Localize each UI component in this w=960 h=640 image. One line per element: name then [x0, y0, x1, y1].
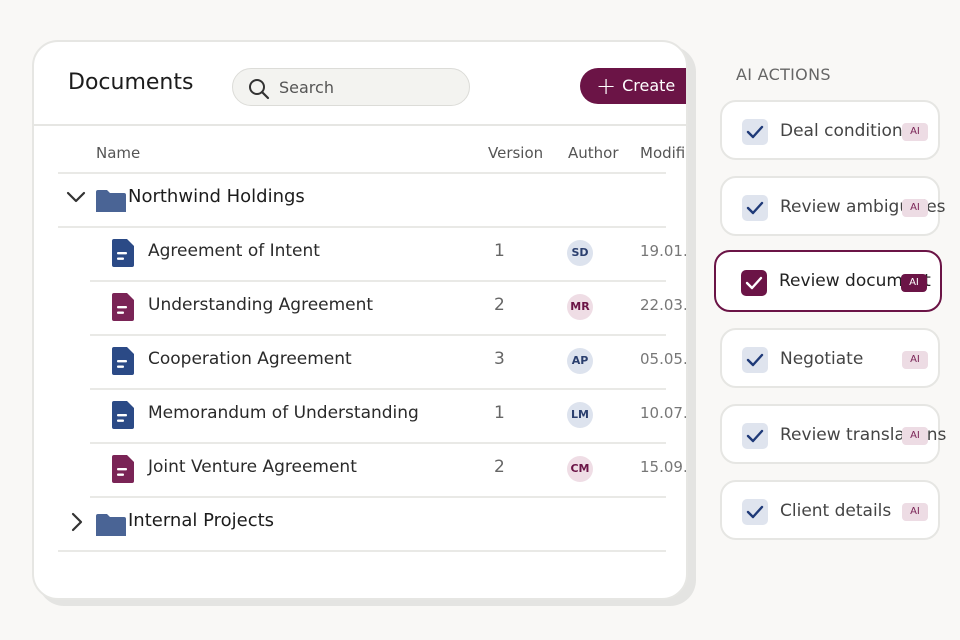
create-button[interactable]: + Create [580, 68, 686, 104]
document-icon [112, 401, 134, 429]
document-name: Cooperation Agreement [148, 349, 352, 369]
document-name: Agreement of Intent [148, 241, 320, 261]
table-row[interactable]: Understanding Agreement 2 MR 22.03.2025 [34, 280, 686, 334]
avatar: CM [567, 456, 593, 482]
ai-action-label: Client details [780, 501, 892, 521]
checkbox[interactable] [742, 119, 768, 145]
ai-action-item[interactable]: Review document AI [714, 250, 942, 312]
ai-badge: AI [902, 199, 928, 217]
checkbox[interactable] [742, 499, 768, 525]
avatar: LM [567, 402, 593, 428]
document-icon [112, 293, 134, 321]
ai-action-item[interactable]: Client details AI [720, 480, 940, 540]
document-modified: 19.01.2025 [640, 242, 688, 260]
search-box[interactable] [232, 68, 470, 106]
table-row[interactable]: Agreement of Intent 1 SD 19.01.2025 [34, 226, 686, 280]
ai-badge: AI [902, 351, 928, 369]
checkmark-icon [745, 276, 763, 290]
checkmark-icon [746, 429, 764, 443]
column-header-version[interactable]: Version [488, 144, 543, 162]
checkmark-icon [746, 505, 764, 519]
document-version: 1 [494, 403, 505, 423]
document-name: Understanding Agreement [148, 295, 374, 315]
column-header-author[interactable]: Author [568, 144, 619, 162]
document-name: Joint Venture Agreement [148, 457, 357, 477]
ai-action-item[interactable]: Review ambiguities AI [720, 176, 946, 236]
checkbox[interactable] [742, 195, 768, 221]
ai-badge: AI [902, 427, 928, 445]
document-modified: 15.09.2025 [640, 458, 688, 476]
checkmark-icon [746, 353, 764, 367]
folder-row[interactable]: Internal Projects [34, 496, 666, 550]
checkbox[interactable] [742, 423, 768, 449]
avatar: AP [567, 348, 593, 374]
document-icon [112, 239, 134, 267]
search-input[interactable] [279, 77, 459, 97]
ai-badge: AI [902, 503, 928, 521]
ai-badge: AI [902, 123, 928, 141]
folder-icon [96, 514, 126, 536]
avatar: MR [567, 294, 593, 320]
checkbox[interactable] [741, 270, 767, 296]
table-row[interactable]: Memorandum of Understanding 1 LM 10.07.2025 [34, 388, 686, 442]
checkmark-icon [746, 201, 764, 215]
folder-row[interactable]: Northwind Holdings [34, 172, 666, 226]
checkbox[interactable] [742, 347, 768, 373]
ai-action-item[interactable]: Negotiate AI [720, 328, 940, 388]
ai-action-item[interactable]: Review translations AI [720, 404, 946, 464]
ai-actions-title: AI ACTIONS [736, 65, 831, 84]
document-version: 2 [494, 457, 505, 477]
folder-icon [96, 190, 126, 212]
table-row[interactable]: Cooperation Agreement 3 AP 05.05.2025 [34, 334, 686, 388]
checkmark-icon [746, 125, 764, 139]
create-button-label: Create [622, 76, 676, 95]
column-header-modified[interactable]: Modified [640, 144, 686, 162]
document-modified: 05.05.2025 [640, 350, 688, 368]
chevron-down-icon[interactable] [66, 190, 86, 204]
ai-action-label: Deal conditions [780, 121, 912, 141]
documents-header: Documents + Create [34, 42, 686, 126]
chevron-right-icon[interactable] [68, 512, 88, 532]
search-icon [249, 79, 270, 100]
document-icon [112, 347, 134, 375]
folder-name: Northwind Holdings [128, 186, 305, 207]
plus-icon: + [596, 72, 617, 100]
table-row[interactable]: Joint Venture Agreement 2 CM 15.09.2025 [34, 442, 686, 496]
page-title: Documents [68, 70, 194, 95]
document-version: 2 [494, 295, 505, 315]
document-version: 1 [494, 241, 505, 261]
folder-name: Internal Projects [128, 510, 275, 531]
ai-action-label: Negotiate [780, 349, 864, 369]
document-version: 3 [494, 349, 505, 369]
document-modified: 22.03.2025 [640, 296, 688, 314]
avatar: SD [567, 240, 593, 266]
ai-badge: AI [901, 274, 927, 292]
document-icon [112, 455, 134, 483]
divider [58, 550, 666, 552]
ai-action-item[interactable]: Deal conditions AI [720, 100, 940, 160]
column-header-name[interactable]: Name [96, 144, 140, 162]
document-name: Memorandum of Understanding [148, 403, 419, 423]
documents-panel: Documents + Create Name Version Author Mo… [32, 40, 688, 600]
document-modified: 10.07.2025 [640, 404, 688, 422]
